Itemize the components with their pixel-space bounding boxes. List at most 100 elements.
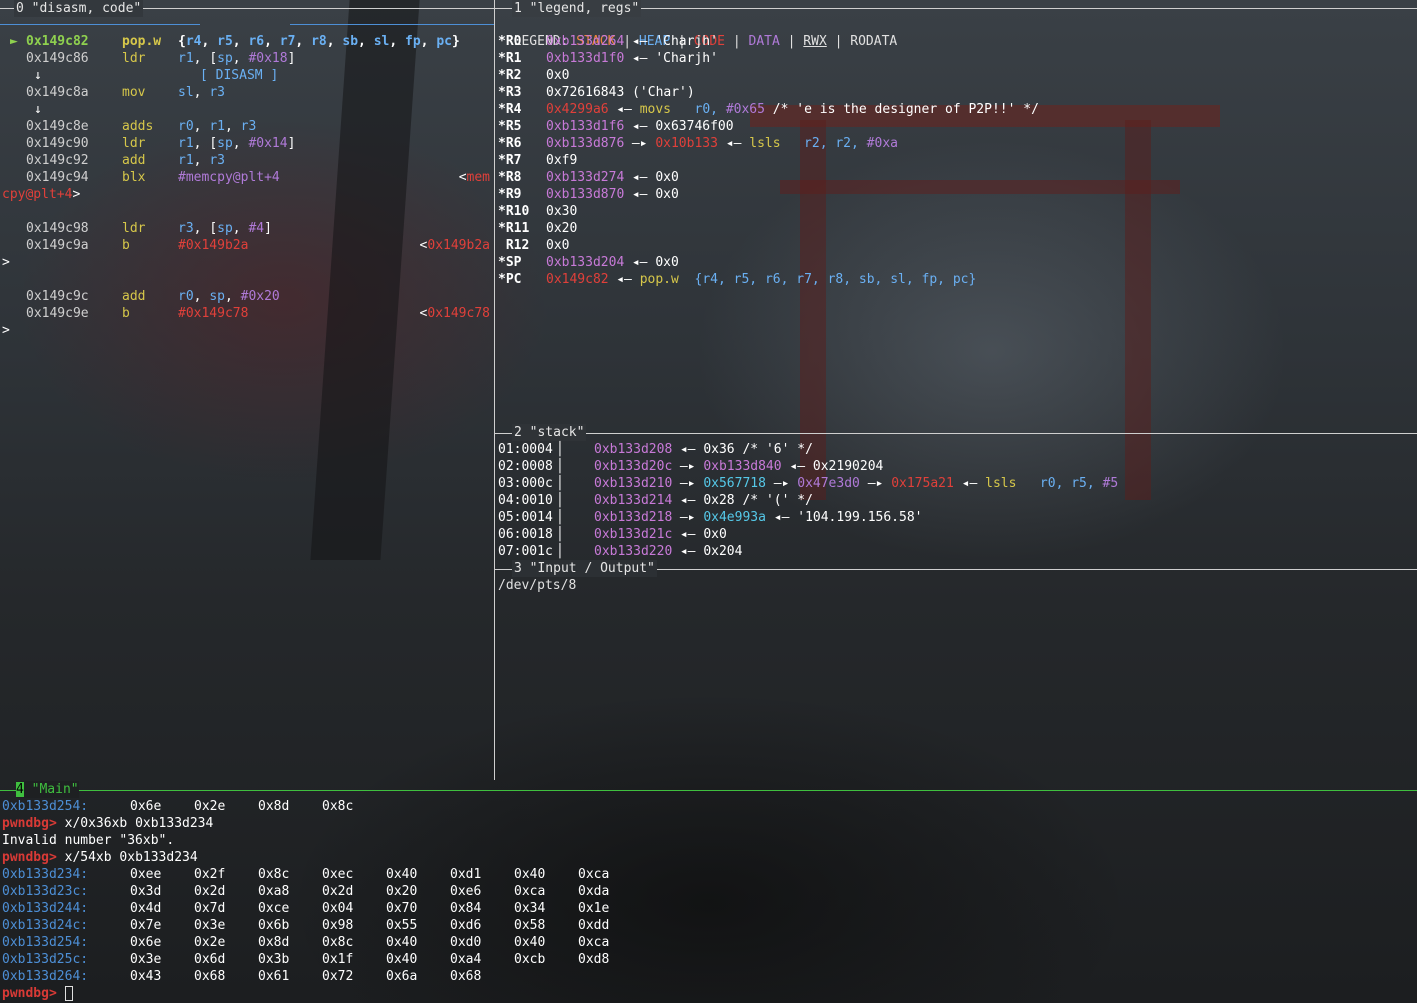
instruction-operands: #memcpy@plt+4 <box>178 170 280 185</box>
stack-separator: │ <box>556 510 564 525</box>
main-pane-title[interactable]: 4 "Main" <box>16 781 79 798</box>
memory-byte: 0x6e <box>130 799 162 814</box>
disasm-row[interactable]: 0x149c9e b #0x149c78 <0x149c78 <box>0 305 494 322</box>
memory-byte: 0x4d <box>130 901 162 916</box>
flow-arrow-icon: ↓ <box>34 68 42 83</box>
memory-byte: 0x8c <box>258 867 290 882</box>
branch-target: <0x149b2a <box>419 238 490 253</box>
register-deref: ◂— 'Charjh' <box>631 51 718 66</box>
instruction-operands: sl, r3 <box>178 85 225 100</box>
register-deref: —▸ 0x10b133 ◂— lsls r2, r2, #0xa <box>631 136 898 151</box>
memory-byte: 0x68 <box>194 969 226 984</box>
stack-offset: 06:0018 <box>498 527 553 542</box>
register-name: R12 <box>498 238 530 253</box>
memory-byte: 0xa4 <box>450 952 482 967</box>
instruction-address: 0x149c9c <box>26 289 89 304</box>
register-value: 0xb133d1f0 <box>546 51 625 66</box>
disasm-row[interactable]: 0x149c8e adds r0, r1, r3 <box>0 118 494 135</box>
register-value: 0xf9 <box>546 153 578 168</box>
register-value: 0x149c82 <box>546 272 609 287</box>
instruction-operands: r0, r1, r3 <box>178 119 257 134</box>
memory-byte: 0xd1 <box>450 867 482 882</box>
memory-byte: 0xda <box>578 884 610 899</box>
memory-byte: 0x98 <box>322 918 354 933</box>
memory-byte: 0x1f <box>322 952 354 967</box>
register-value: 0xb133d204 <box>546 255 625 270</box>
instruction-address: 0x149c8a <box>26 85 89 100</box>
disasm-pane-title[interactable]: 0 "disasm, code" <box>14 0 144 17</box>
stack-offset: 07:001c <box>498 544 553 559</box>
stack-separator: │ <box>556 459 564 474</box>
console-error-message: Invalid number "36xb". <box>2 833 175 848</box>
console-input-line[interactable]: pwndbg> <box>2 985 73 1002</box>
memory-byte: 0x04 <box>322 901 354 916</box>
register-deref: ◂— 0x0 <box>631 255 679 270</box>
stack-address: 0xb133d20c <box>594 459 673 474</box>
memory-address: 0xb133d254: <box>2 935 89 950</box>
register-name: *R10 <box>498 204 530 219</box>
memory-byte: 0x40 <box>386 935 418 950</box>
disasm-row[interactable]: 0x149c86 ldr r1, [sp, #0x18] <box>0 50 494 67</box>
background-torii-pillar-right <box>1125 120 1151 500</box>
current-instruction-icon: ► <box>10 34 18 49</box>
memory-byte: 0x34 <box>514 901 546 916</box>
memory-address: 0xb133d23c: <box>2 884 89 899</box>
memory-byte: 0x2f <box>194 867 226 882</box>
memory-byte: 0x20 <box>386 884 418 899</box>
stack-separator: │ <box>556 544 564 559</box>
instruction-operands: #0x149c78 <box>178 306 249 321</box>
register-name: *R5 <box>498 119 522 134</box>
stack-deref: ◂— 0x204 <box>679 544 743 559</box>
instruction-address: 0x149c92 <box>26 153 89 168</box>
stack-pane-title[interactable]: 2 "stack" <box>512 424 587 441</box>
register-deref: ◂— 0x63746f00 <box>631 119 734 134</box>
disasm-row[interactable]: 0x149c9c add r0, sp, #0x20 <box>0 288 494 305</box>
background-torii-beam <box>780 180 1180 194</box>
register-name: *R3 <box>498 85 522 100</box>
instruction-mnemonic: ldr <box>122 51 146 66</box>
memory-byte: 0x40 <box>386 867 418 882</box>
memory-byte: 0xca <box>578 867 610 882</box>
memory-byte: 0xca <box>514 884 546 899</box>
memory-byte: 0x6a <box>386 969 418 984</box>
memory-byte: 0x6d <box>194 952 226 967</box>
instruction-operands: r1, [sp, #0x14] <box>178 136 296 151</box>
branch-target-wrap: cpy@plt+4> <box>2 187 81 202</box>
disasm-row[interactable]: 0x149c94 blx #memcpy@plt+4 <mem <box>0 169 494 186</box>
io-pane-title[interactable]: 3 "Input / Output" <box>512 560 657 577</box>
branch-target: <mem <box>458 170 490 185</box>
disasm-row[interactable]: 0x149c9a b #0x149b2a <0x149b2a <box>0 237 494 254</box>
register-value: 0x4299a6 <box>546 102 609 117</box>
disasm-row[interactable]: 0x149c98 ldr r3, [sp, #4] <box>0 220 494 237</box>
memory-byte: 0x55 <box>386 918 418 933</box>
stack-pane-border <box>495 433 1417 434</box>
memory-byte: 0x40 <box>514 867 546 882</box>
disasm-row[interactable]: ► 0x149c82 pop.w {r4, r5, r6, r7, r8, sb, s… <box>0 33 494 50</box>
memory-byte: 0x72 <box>322 969 354 984</box>
stack-separator: │ <box>556 527 564 542</box>
stack-address: 0xb133d21c <box>594 527 673 542</box>
instruction-operands: r3, [sp, #4] <box>178 221 272 236</box>
instruction-mnemonic: mov <box>122 85 146 100</box>
pane-divider-vertical <box>494 0 495 780</box>
disasm-row[interactable]: 0x149c8a mov sl, r3 <box>0 84 494 101</box>
instruction-operands: {r4, r5, r6, r7, r8, sb, sl, fp, pc} <box>178 34 460 49</box>
memory-byte: 0xe6 <box>450 884 482 899</box>
console-prompt: pwndbg> <box>2 986 57 1001</box>
memory-address: 0xb133d254: <box>2 799 89 814</box>
disasm-row[interactable]: 0x149c90 ldr r1, [sp, #0x14] <box>0 135 494 152</box>
instruction-address: 0x149c86 <box>26 51 89 66</box>
memory-byte: 0x70 <box>386 901 418 916</box>
memory-byte: 0x7d <box>194 901 226 916</box>
console-command-line[interactable]: pwndbg> x/54xb 0xb133d234 <box>2 849 198 866</box>
memory-byte: 0xd0 <box>450 935 482 950</box>
console-command-line[interactable]: pwndbg> x/0x36xb 0xb133d234 <box>2 815 213 832</box>
memory-byte: 0x8d <box>258 799 290 814</box>
disasm-row[interactable]: 0x149c92 add r1, r3 <box>0 152 494 169</box>
regs-pane-title[interactable]: 1 "legend, regs" <box>512 0 642 17</box>
register-name: *PC <box>498 272 522 287</box>
stack-offset: 02:0008 <box>498 459 553 474</box>
register-name: *SP <box>498 255 522 270</box>
legend-rodata: RODATA <box>850 34 898 49</box>
memory-byte: 0x84 <box>450 901 482 916</box>
